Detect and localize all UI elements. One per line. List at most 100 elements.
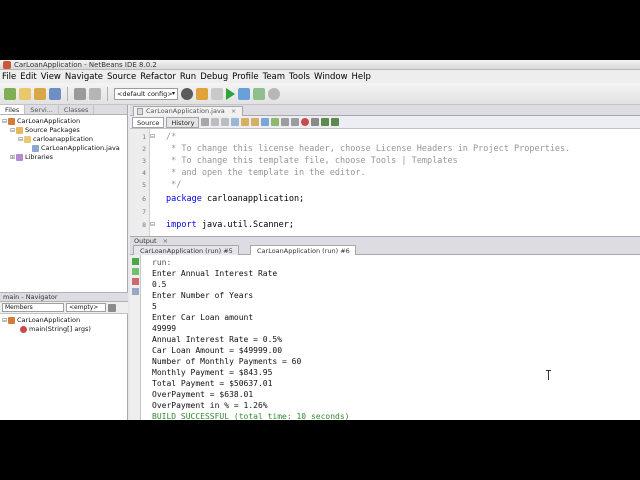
line-number: 5 [142,181,146,189]
output-console[interactable]: run: Enter Annual Interest Rate 0.5 Enter N… [141,255,640,420]
undo-icon[interactable] [74,87,86,100]
back-icon[interactable] [211,118,220,126]
filter-value: <empty> [69,304,99,311]
menu-tools[interactable]: Tools [289,72,310,82]
navigator-class-node[interactable]: ⊟ CarLoanApplication [2,316,91,325]
line-number: 7 [142,208,146,216]
line-number: 1 [142,133,146,141]
attach-icon[interactable] [268,87,280,100]
shift-left-icon[interactable] [281,118,290,126]
find-icon[interactable] [231,118,240,126]
menu-debug[interactable]: Debug [200,72,228,82]
run-icon[interactable] [226,87,235,100]
menu-team[interactable]: Team [263,72,285,82]
tree-file[interactable]: CarLoanApplication.java [2,144,127,153]
fold-toggle-icon[interactable]: ⊟ [150,133,155,140]
output-line: BUILD SUCCESSFUL (total time: 10 seconds… [152,412,350,420]
history-button[interactable]: History [166,116,200,128]
new-project-icon[interactable] [4,87,16,100]
tab-files[interactable]: Files [0,105,26,114]
projects-panel: Files Servi... Classes ⊟ CarLoanApplicat… [0,105,128,420]
find-previous-icon[interactable] [241,118,250,126]
stop-icon[interactable] [132,278,139,285]
menu-file[interactable]: File [2,72,16,82]
settings-icon[interactable] [181,87,193,100]
shift-right-icon[interactable] [291,118,300,126]
profile-icon[interactable] [253,87,265,100]
code-line: import java.util.Scanner; [166,219,294,231]
members-label: Members [5,304,33,311]
redo-icon[interactable] [89,87,101,100]
editor-tab[interactable]: CarLoanApplication.java × [133,106,244,116]
macro-stop-icon[interactable] [311,118,320,126]
menu-view[interactable]: View [41,72,61,82]
editor-tab-label: CarLoanApplication.java [146,107,225,115]
tree-libraries[interactable]: ⊞ Libraries [2,153,127,162]
output-line: Total Payment = $50637.01 [152,379,273,388]
line-number: 2 [142,145,146,153]
package-label: carloanapplication [33,135,93,143]
line-number: 3 [142,157,146,165]
tab-services[interactable]: Servi... [25,105,59,114]
comment-icon[interactable] [321,118,330,126]
output-tab-run-6[interactable]: CarLoanApplication (run) #6 [250,245,356,255]
new-file-icon[interactable] [19,87,31,100]
menu-window[interactable]: Window [314,72,348,82]
menu-edit[interactable]: Edit [20,72,36,82]
toggle-highlight-icon[interactable] [261,118,270,126]
netbeans-app-icon [3,61,11,69]
output-line: 49999 [152,324,177,333]
debug-icon[interactable] [238,87,250,100]
code-editor[interactable]: 1 /* 2 * To change this license header, ch… [130,129,640,237]
tree-package[interactable]: ⊟ carloanapplication [2,135,127,144]
line-number: 4 [142,169,146,177]
menu-refactor[interactable]: Refactor [140,72,176,82]
java-file-icon [137,108,143,115]
tree-source-packages[interactable]: ⊟ Source Packages [2,126,127,135]
project-name: CarLoanApplication [17,117,81,125]
output-options-icon[interactable] [132,288,139,295]
fold-toggle-icon[interactable]: ⊟ [150,221,155,228]
menu-source[interactable]: Source [107,72,136,82]
java-file-icon [32,145,39,152]
close-icon[interactable]: × [231,107,236,115]
config-select[interactable]: <default config> ▾ [114,87,178,100]
code-text: */ [166,180,182,190]
main-toolbar: <default config> ▾ [0,83,640,105]
menu-run[interactable]: Run [180,72,196,82]
last-edit-icon[interactable] [201,118,210,126]
clean-build-icon[interactable] [211,87,223,100]
output-header: Output × [130,236,640,245]
navigator-options-icon[interactable] [108,303,116,312]
class-icon [8,317,15,324]
rerun-icon[interactable] [132,258,139,265]
toggle-bookmark-icon[interactable] [271,118,280,126]
build-icon[interactable] [196,87,208,100]
navigator-method-node[interactable]: main(String[] args) [2,325,91,334]
filter-select[interactable]: <empty> [66,303,106,312]
find-next-icon[interactable] [251,118,260,126]
open-project-icon[interactable] [34,87,46,100]
source-button[interactable]: Source [132,116,165,128]
forward-icon[interactable] [221,118,230,126]
output-line: run: [152,258,172,267]
toolbar-separator [67,86,68,101]
menu-help[interactable]: Help [352,72,371,82]
file-label: CarLoanApplication.java [41,144,120,152]
macro-record-icon[interactable] [301,118,310,126]
tree-project-node[interactable]: ⊟ CarLoanApplication [2,117,127,126]
save-all-icon[interactable] [49,87,61,100]
output-line: 5 [152,302,157,311]
output-side-toolbar [130,255,141,420]
uncomment-icon[interactable] [331,118,340,126]
menu-navigate[interactable]: Navigate [65,72,103,82]
menu-bar: File Edit View Navigate Source Refactor … [0,70,640,83]
members-select[interactable]: Members [2,303,64,312]
menu-profile[interactable]: Profile [232,72,258,82]
output-tab-run-5[interactable]: CarLoanApplication (run) #5 [133,245,239,255]
output-line: Enter Car Loan amount [152,313,254,322]
code-text: * To change this license header, choose … [166,144,571,154]
close-icon[interactable]: × [163,237,168,245]
tab-classes[interactable]: Classes [59,105,95,114]
rerun-with-args-icon[interactable] [132,268,139,275]
